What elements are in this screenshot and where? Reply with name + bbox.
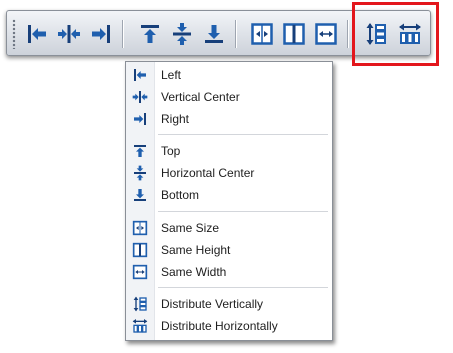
same-height-icon: [283, 23, 305, 45]
align-right-icon: [134, 113, 146, 125]
highlight-box: [352, 2, 439, 66]
align-top-icon: [141, 25, 159, 43]
menu-item-label: Same Width: [161, 265, 227, 279]
toolbar-separator: [347, 20, 348, 48]
menu-item-top[interactable]: Top: [126, 140, 332, 162]
same-width-icon: [132, 264, 148, 280]
menu-item-label: Distribute Horizontally: [161, 319, 278, 333]
menu-item-label: Top: [161, 144, 181, 158]
align-vertical-center-icon: [58, 25, 80, 43]
menu-item-left[interactable]: Left: [126, 64, 332, 86]
menu-item-right[interactable]: Right: [126, 108, 332, 130]
menu-separator: [158, 134, 328, 135]
toolbar-same-size-button[interactable]: [248, 20, 276, 48]
align-bottom-icon: [134, 189, 146, 201]
menu-item-label: Left: [161, 68, 182, 82]
same-height-icon: [132, 242, 148, 258]
menu-separator: [158, 287, 328, 288]
menu-item-label: Same Height: [161, 243, 231, 257]
same-size-icon: [132, 220, 148, 236]
align-vertical-center-icon: [132, 91, 148, 103]
menu-item-same-height[interactable]: Same Height: [126, 239, 332, 261]
distribute-horizontally-icon: [132, 319, 148, 333]
menu-item-label: Right: [161, 112, 190, 126]
toolbar-align-bottom-button[interactable]: [200, 20, 228, 48]
same-width-icon: [315, 23, 337, 45]
align-left-icon: [134, 69, 146, 81]
menu-item-same-size[interactable]: Same Size: [126, 217, 332, 239]
align-bottom-icon: [205, 25, 223, 43]
align-left-icon: [28, 25, 46, 43]
toolbar-align-right-button[interactable]: [87, 20, 115, 48]
menu-item-distribute-horizontally[interactable]: Distribute Horizontally: [126, 315, 332, 337]
toolbar-grip[interactable]: [12, 19, 16, 49]
menu-item-bottom[interactable]: Bottom: [126, 184, 332, 206]
distribute-vertically-icon: [133, 296, 147, 312]
same-size-icon: [251, 23, 273, 45]
menu-item-label: Vertical Center: [161, 90, 240, 104]
toolbar-align-vertical-center-button[interactable]: [55, 20, 83, 48]
menu-item-horizontal-center[interactable]: Horizontal Center: [126, 162, 332, 184]
align-right-icon: [92, 25, 110, 43]
toolbar-align-top-button[interactable]: [136, 20, 164, 48]
menu-separator: [158, 211, 328, 212]
menu-item-label: Distribute Vertically: [161, 297, 264, 311]
align-top-icon: [134, 145, 146, 157]
align-horizontal-center-icon: [173, 23, 191, 45]
toolbar-same-height-button[interactable]: [280, 20, 308, 48]
menu-item-distribute-vertically[interactable]: Distribute Vertically: [126, 293, 332, 315]
menu-item-label: Horizontal Center: [161, 166, 255, 180]
toolbar-align-horizontal-center-button[interactable]: [168, 20, 196, 48]
toolbar-same-width-button[interactable]: [312, 20, 340, 48]
toolbar-separator: [235, 20, 236, 48]
menu-item-same-width[interactable]: Same Width: [126, 261, 332, 283]
menu-item-vertical-center[interactable]: Vertical Center: [126, 86, 332, 108]
menu-item-label: Bottom: [161, 188, 200, 202]
menu-item-label: Same Size: [161, 221, 220, 235]
toolbar-separator: [122, 20, 123, 48]
alignment-menu: Left Vertical Center Right Top Horizonta…: [125, 61, 333, 341]
align-horizontal-center-icon: [134, 165, 146, 181]
toolbar-align-left-button[interactable]: [23, 20, 51, 48]
